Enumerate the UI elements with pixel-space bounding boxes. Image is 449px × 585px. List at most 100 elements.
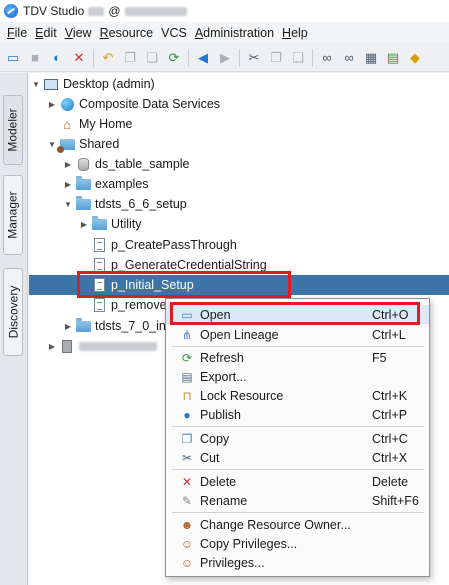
- grid-icon[interactable]: ▦: [360, 47, 382, 69]
- tab-discovery[interactable]: Discovery: [3, 268, 23, 356]
- tree-row-utility[interactable]: ▶ Utility: [29, 214, 449, 234]
- menu-edit[interactable]: Edit: [31, 26, 61, 40]
- tree-row-shared[interactable]: ▼ Shared: [29, 134, 449, 154]
- save-icon[interactable]: ■: [24, 47, 46, 69]
- toolbar-divider: [188, 48, 189, 67]
- tree-label: p_GenerateCredentialString: [111, 258, 267, 272]
- copy-privileges-icon: ☺: [180, 536, 194, 551]
- menu-item-delete[interactable]: ✕ Delete Delete: [166, 472, 429, 491]
- procedure-icon: [91, 238, 107, 252]
- folder-icon: [75, 317, 91, 333]
- menu-administration[interactable]: Administration: [191, 26, 278, 40]
- highlight-box-open-item: [170, 302, 420, 325]
- cut-icon: ✂: [181, 450, 193, 465]
- collapse-arrow-icon[interactable]: ▼: [63, 200, 73, 209]
- menu-item-rename[interactable]: ✎ Rename Shift+F6: [166, 491, 429, 510]
- privileges-icon: ☺: [180, 555, 194, 570]
- export-icon: ▤: [181, 369, 193, 384]
- menu-item-refresh[interactable]: ⟳ Refresh F5: [166, 348, 429, 367]
- highlight-box-selected-item: [77, 271, 291, 298]
- duplicate-icon[interactable]: ❐: [265, 47, 287, 69]
- redacted-host: [124, 6, 187, 16]
- tree-row-p-create-pass-through[interactable]: p_CreatePassThrough: [29, 235, 449, 255]
- paste-icon[interactable]: ❏: [287, 47, 309, 69]
- tree-label: Shared: [79, 137, 120, 151]
- tree-row-composite-data-services[interactable]: ▶ Composite Data Services: [29, 94, 449, 114]
- lineage-icon: ⋔: [181, 327, 193, 342]
- open-folder-icon[interactable]: ▭: [2, 47, 24, 69]
- tree-label: p_CreatePassThrough: [111, 238, 237, 252]
- procedure-icon: [91, 258, 107, 272]
- toolbar-divider: [93, 48, 94, 67]
- tree-label: Utility: [111, 217, 142, 231]
- menu-item-copy[interactable]: ❐ Copy Ctrl+C: [166, 429, 429, 448]
- app-logo-icon: [4, 4, 18, 18]
- paste-icon[interactable]: ❏: [141, 47, 163, 69]
- expand-arrow-icon[interactable]: ▶: [63, 322, 73, 331]
- procedure-icon: [91, 298, 107, 312]
- menu-separator: [172, 426, 424, 427]
- server-icon: [59, 339, 75, 353]
- menu-item-cut[interactable]: ✂ Cut Ctrl+X: [166, 448, 429, 467]
- globe-icon: [59, 97, 75, 111]
- expand-arrow-icon[interactable]: ▶: [47, 100, 57, 109]
- tree-label: My Home: [79, 117, 133, 131]
- binoculars-icon[interactable]: ∞: [338, 47, 360, 69]
- datasource-icon: [75, 157, 91, 171]
- folder-icon: [75, 175, 91, 191]
- menu-help[interactable]: Help: [278, 26, 312, 40]
- menu-item-lock-resource[interactable]: ⊓ Lock Resource Ctrl+K: [166, 386, 429, 405]
- collapse-arrow-icon[interactable]: ▼: [47, 140, 57, 149]
- binoculars-icon[interactable]: ∞: [316, 47, 338, 69]
- expand-arrow-icon[interactable]: ▶: [63, 180, 73, 189]
- toolbar: ▭ ■ ◐ ✕ ↶ ❐ ❏ ⟳ ◀ ▶ ✂ ❐ ❏ ∞ ∞ ▦ ▤ ◆: [0, 44, 449, 72]
- tree-label: tdsts_6_6_setup: [95, 197, 187, 211]
- refresh-icon[interactable]: ◐: [46, 47, 68, 69]
- expand-arrow-icon[interactable]: ▶: [63, 160, 73, 169]
- side-tab-bar: Modeler Manager Discovery: [0, 73, 28, 585]
- tag-icon[interactable]: ◆: [404, 47, 426, 69]
- tree-label: ds_table_sample: [95, 157, 190, 171]
- shared-folder-icon: [56, 137, 75, 153]
- expand-arrow-icon[interactable]: ▶: [47, 342, 57, 351]
- tree-row-ds-table-sample[interactable]: ▶ ds_table_sample: [29, 154, 449, 174]
- desktop-icon: [43, 77, 59, 91]
- back-icon[interactable]: ◀: [192, 47, 214, 69]
- delete-icon[interactable]: ✕: [68, 47, 90, 69]
- tab-manager[interactable]: Manager: [3, 175, 23, 255]
- redacted-text: [88, 6, 105, 16]
- home-icon: ⌂: [63, 116, 71, 132]
- sync-icon[interactable]: ⟳: [163, 47, 185, 69]
- menu-item-publish[interactable]: ● Publish Ctrl+P: [166, 405, 429, 424]
- tree-row-desktop[interactable]: ▼ Desktop (admin): [29, 74, 449, 94]
- context-menu: ▭ Open Ctrl+O ⋔ Open Lineage Ctrl+L ⟳ Re…: [165, 298, 430, 577]
- menu-item-change-resource-owner[interactable]: ☻ Change Resource Owner...: [166, 515, 429, 534]
- menu-item-copy-privileges[interactable]: ☺ Copy Privileges...: [166, 534, 429, 553]
- export-icon[interactable]: ▤: [382, 47, 404, 69]
- tree-row-my-home[interactable]: ⌂ My Home: [29, 114, 449, 134]
- rename-icon: ✎: [181, 493, 193, 508]
- menu-separator: [172, 469, 424, 470]
- menu-resource[interactable]: Resource: [96, 26, 158, 40]
- refresh-icon: ⟳: [181, 350, 193, 365]
- menu-item-export[interactable]: ▤ Export...: [166, 367, 429, 386]
- menu-view[interactable]: View: [61, 26, 96, 40]
- redacted-server-name: [79, 341, 157, 351]
- tab-modeler[interactable]: Modeler: [3, 95, 23, 165]
- menu-bar: File Edit View Resource VCS Administrati…: [0, 23, 449, 43]
- folder-icon: [91, 215, 107, 231]
- expand-arrow-icon[interactable]: ▶: [79, 220, 89, 229]
- owner-icon: ☻: [180, 517, 194, 532]
- menu-item-privileges[interactable]: ☺ Privileges...: [166, 553, 429, 572]
- tree-row-examples[interactable]: ▶ examples: [29, 174, 449, 194]
- collapse-arrow-icon[interactable]: ▼: [31, 80, 41, 89]
- undo-icon[interactable]: ↶: [97, 47, 119, 69]
- menu-file[interactable]: File: [3, 26, 31, 40]
- copy-icon[interactable]: ❐: [119, 47, 141, 69]
- forward-icon[interactable]: ▶: [214, 47, 236, 69]
- copy-icon: ❐: [181, 431, 193, 446]
- menu-vcs[interactable]: VCS: [157, 26, 191, 40]
- cut-icon[interactable]: ✂: [243, 47, 265, 69]
- tree-row-tdsts-6-6-setup[interactable]: ▼ tdsts_6_6_setup: [29, 194, 449, 214]
- menu-item-open-lineage[interactable]: ⋔ Open Lineage Ctrl+L: [166, 325, 429, 344]
